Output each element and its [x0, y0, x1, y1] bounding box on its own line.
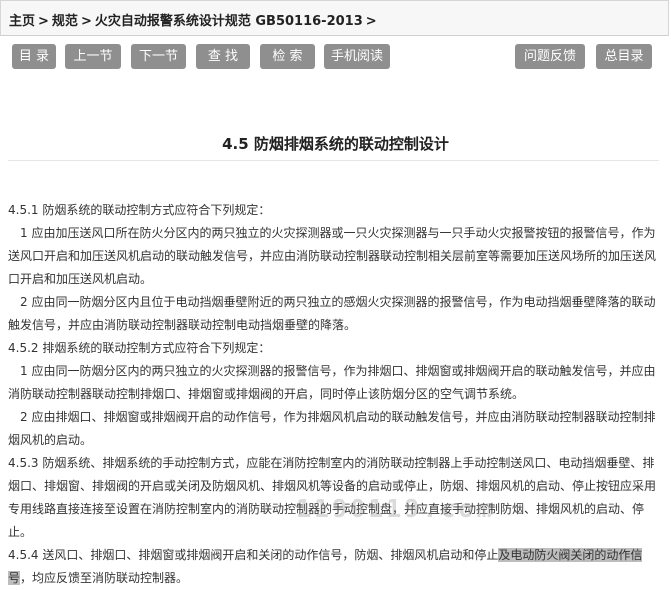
breadcrumb-separator: > — [38, 14, 49, 29]
breadcrumb-document-link[interactable]: 火灾自动报警系统设计规范 GB50116-2013 — [95, 14, 363, 29]
breadcrumb: 主页 > 规范 > 火灾自动报警系统设计规范 GB50116-2013 > — [9, 10, 380, 29]
clause-4-5-3: 4.5.3 防烟系统、排烟系统的手动控制方式，应能在消防控制室内的消防联动控制器… — [8, 456, 657, 539]
breadcrumb-standards-link[interactable]: 规范 — [52, 14, 78, 29]
prev-section-button[interactable]: 上一节 — [65, 44, 121, 69]
breadcrumb-separator: > — [80, 14, 92, 29]
clause-4-5-2-item-1: 1 应由同一防烟分区内的两只独立的火灾探测器的报警信号，作为排烟口、排烟窗或排烟… — [8, 364, 656, 401]
clause-4-5-2-item-2: 2 应由排烟口、排烟窗或排烟阀开启的动作信号，作为排烟风机启动的联动触发信号，并… — [8, 410, 656, 447]
clause-4-5-4: 4.5.4 送风口、排烟口、排烟窗或排烟阀开启和关闭的动作信号，防烟、排烟风机启… — [8, 544, 656, 590]
mobile-reading-button[interactable]: 手机阅读 — [324, 44, 390, 69]
breadcrumb-home-link[interactable]: 主页 — [9, 14, 35, 29]
clause-4-5-4-text: 4.5.4 送风口、排烟口、排烟窗或排烟阀开启和关闭的动作信号，防烟、排烟风机启… — [8, 548, 499, 562]
article-content: 4.5.1 防烟系统的联动控制方式应符合下列规定： 1 应由加压送风口所在防火分… — [8, 199, 656, 590]
master-catalog-button[interactable]: 总目录 — [596, 44, 652, 69]
toolbar: 目 录 上一节 下一节 查 找 检 索 手机阅读 问题反馈 总目录 — [0, 36, 671, 76]
breadcrumb-separator: > — [365, 14, 377, 29]
next-section-button[interactable]: 下一节 — [131, 44, 186, 69]
breadcrumb-bar: 主页 > 规范 > 火灾自动报警系统设计规范 GB50116-2013 > — [0, 0, 669, 36]
feedback-button[interactable]: 问题反馈 — [515, 44, 585, 69]
clause-4-5-1-item-2: 2 应由同一防烟分区内且位于电动挡烟垂壁附近的两只独立的感烟火灾探测器的报警信号… — [8, 295, 656, 332]
search-button[interactable]: 检 索 — [260, 44, 315, 69]
clause-4-5-2-heading: 4.5.2 排烟系统的联动控制方式应符合下列规定： — [8, 341, 271, 355]
clause-4-5-1-item-1: 1 应由加压送风口所在防火分区内的两只独立的火灾探测器或一只火灾探测器与一只手动… — [8, 226, 657, 286]
title-area: 4.5 防烟排烟系统的联动控制设计 — [0, 120, 671, 170]
clause-4-5-1-heading: 4.5.1 防烟系统的联动控制方式应符合下列规定： — [8, 203, 271, 217]
page-title: 4.5 防烟排烟系统的联动控制设计 — [222, 135, 449, 153]
catalog-button[interactable]: 目 录 — [12, 44, 56, 69]
find-button[interactable]: 查 找 — [196, 44, 250, 69]
title-divider — [8, 160, 659, 161]
